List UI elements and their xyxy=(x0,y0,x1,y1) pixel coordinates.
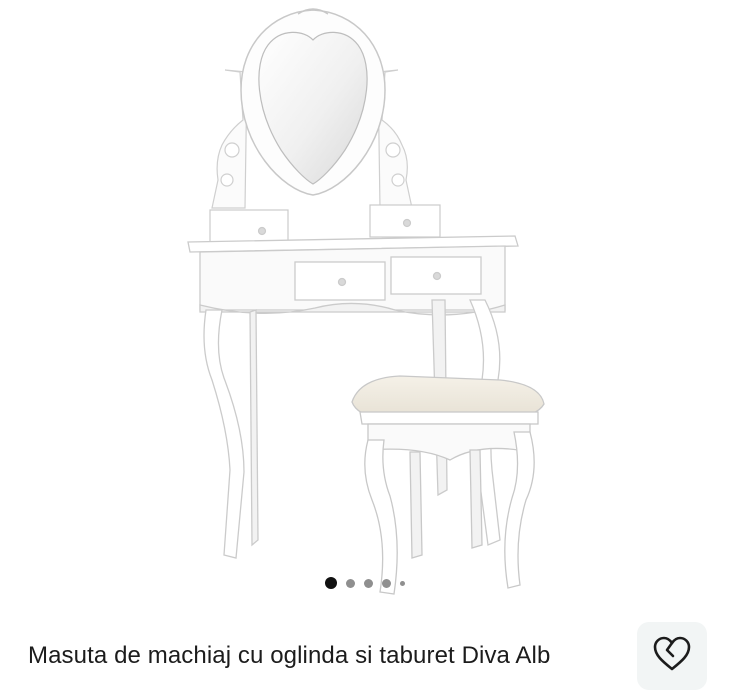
dressing-table-illustration xyxy=(187,8,545,595)
carousel-dot-3[interactable] xyxy=(363,578,373,588)
stool xyxy=(351,375,545,595)
carousel-dot-5[interactable] xyxy=(399,580,405,586)
product-title: Masuta de machiaj cu oglinda si taburet … xyxy=(28,642,551,669)
carousel-indicators xyxy=(0,576,729,590)
favorite-button[interactable] xyxy=(637,622,707,690)
product-image[interactable] xyxy=(0,0,729,600)
carousel-dot-2[interactable] xyxy=(345,578,355,588)
carousel-dot-1[interactable] xyxy=(324,577,337,589)
mirror xyxy=(240,8,386,196)
carousel-dot-4[interactable] xyxy=(381,578,391,588)
heart-icon xyxy=(652,636,692,677)
